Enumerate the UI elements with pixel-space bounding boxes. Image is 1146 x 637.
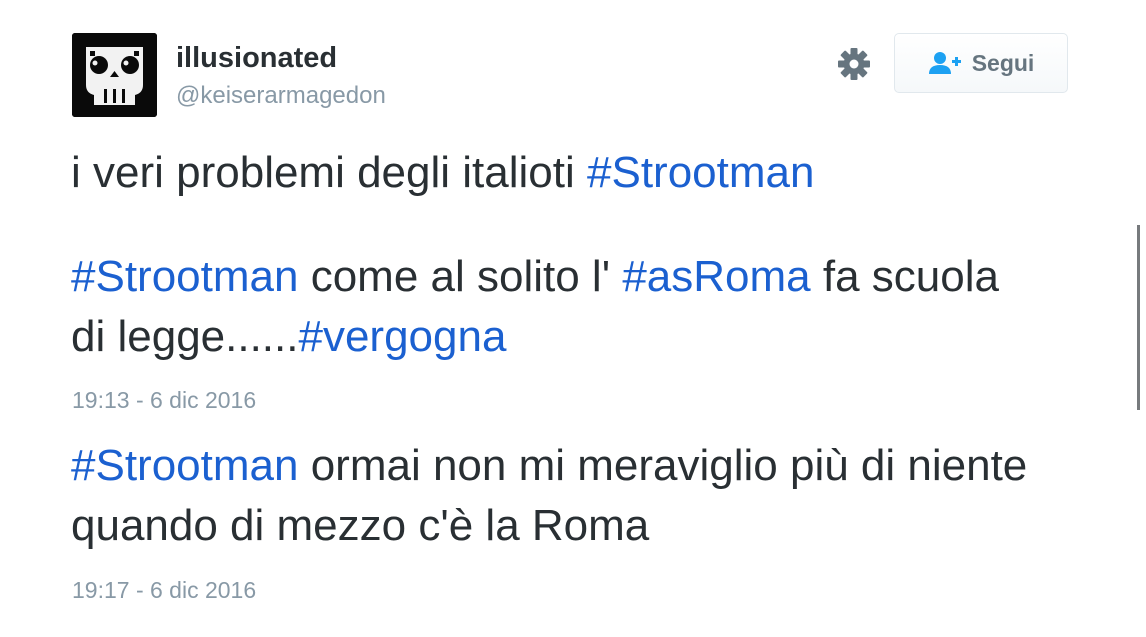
gear-icon[interactable] (836, 46, 872, 82)
tweet-2-text-block: #Strootman ormai non mi meraviglio più d… (71, 436, 1031, 556)
follow-button[interactable]: Segui (894, 33, 1068, 93)
user-handle[interactable]: @keiserarmagedon (176, 82, 386, 110)
hashtag-link[interactable]: #Strootman (71, 252, 298, 301)
tweet-1-text: i veri problemi degli italioti (71, 148, 587, 197)
follow-button-label: Segui (971, 49, 1035, 76)
tweet-1-text: come al solito l' (298, 252, 623, 301)
scrollbar[interactable] (1137, 225, 1140, 410)
tweet-1-timestamp[interactable]: 19:13 - 6 dic 2016 (72, 387, 256, 414)
avatar[interactable] (72, 33, 157, 117)
hashtag-link[interactable]: #Strootman (71, 441, 298, 490)
hashtag-link[interactable]: #Strootman (587, 148, 814, 197)
avatar-skull-icon (72, 33, 157, 117)
tweet-1-line-1: i veri problemi degli italioti #Strootma… (71, 143, 1031, 203)
follow-user-icon (928, 52, 961, 74)
display-name[interactable]: illusionated (176, 42, 337, 75)
hashtag-link[interactable]: #asRoma (622, 252, 810, 301)
tweet-1-paragraph-2: #Strootman come al solito l' #asRoma fa … (71, 247, 1031, 367)
tweet-2-timestamp[interactable]: 19:17 - 6 dic 2016 (72, 577, 256, 604)
hashtag-link[interactable]: #vergogna (298, 312, 506, 361)
